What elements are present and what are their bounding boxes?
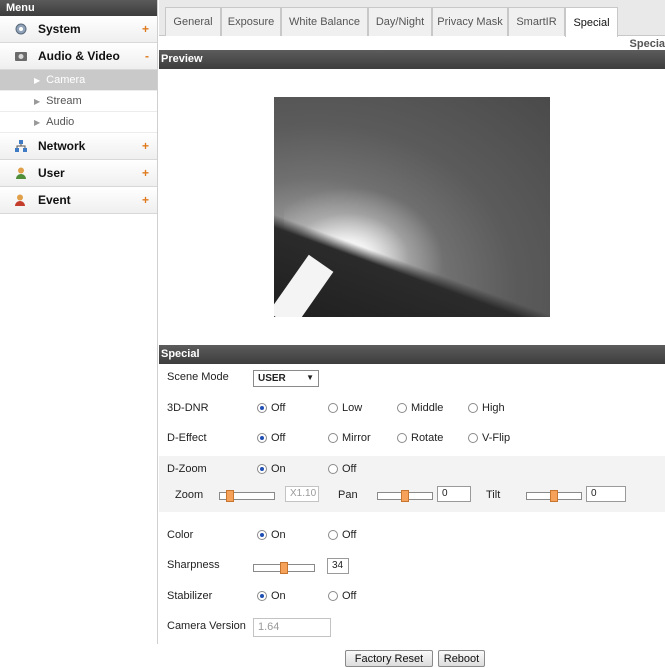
dnr-off-radio[interactable]: Off [257,402,285,414]
color-off-radio[interactable]: Off [328,529,356,541]
preview-header: Preview [159,50,665,69]
expand-icon[interactable]: + [142,139,149,153]
pan-value-field[interactable]: 0 [437,486,471,502]
dzoom-row: D-Zoom On Off Zoom X1.10 Pan 0 Tilt 0 [159,456,665,512]
page-title: Specia [629,38,665,50]
tilt-slider[interactable] [526,490,582,502]
sharpness-label: Sharpness [167,559,220,571]
expand-icon[interactable]: + [142,193,149,207]
dnr-label: 3D-DNR [167,402,209,414]
deffect-off-radio[interactable]: Off [257,432,285,444]
sidebar-subitem-label: Stream [46,95,82,107]
sidebar-item-label: Audio & Video [38,49,120,63]
sidebar-item-user[interactable]: User + [0,160,157,187]
tilt-value-field[interactable]: 0 [586,486,626,502]
zoom-slider[interactable] [219,490,275,502]
sidebar-item-system[interactable]: System + [0,16,157,43]
zoom-value-field: X1.10 [285,486,319,502]
scene-mode-select[interactable]: USER ▼ [253,370,319,387]
sidebar-item-label: Event [38,193,71,207]
dnr-low-radio[interactable]: Low [328,402,362,414]
camera-preview-image [274,97,550,317]
event-icon [14,193,28,207]
camera-version-field: 1.64 [253,618,331,637]
tilt-label: Tilt [486,489,501,501]
sharpness-value-field[interactable]: 34 [327,558,349,574]
gear-icon [14,22,28,36]
sidebar-item-label: System [38,22,81,36]
scene-mode-value: USER [258,373,286,384]
tab-day-night[interactable]: Day/Night [368,7,432,36]
chevron-down-icon: ▼ [306,373,314,382]
tab-bar: General Exposure White Balance Day/Night… [159,0,665,37]
stabilizer-label: Stabilizer [167,590,213,602]
scene-mode-label: Scene Mode [167,371,229,383]
sharpness-slider[interactable] [253,562,315,574]
special-header: Special [159,345,665,364]
dzoom-on-radio[interactable]: On [257,463,286,475]
camera-version-row: Camera Version 1.64 [159,613,665,644]
dzoom-off-radio[interactable]: Off [328,463,356,475]
dzoom-label: D-Zoom [167,463,207,475]
sidebar: Menu System + Audio & Video - ▶ Camera ▶… [0,0,158,644]
stabilizer-row: Stabilizer On Off [159,583,665,614]
sidebar-item-label: User [38,166,65,180]
chevron-right-icon: ▶ [34,117,41,127]
chevron-right-icon: ▶ [34,96,41,106]
tab-general[interactable]: General [165,7,221,36]
zoom-slider-thumb[interactable] [226,490,234,502]
camera-version-label: Camera Version [167,620,246,632]
user-icon [14,166,28,180]
pan-label: Pan [338,489,358,501]
preview-area [159,69,665,345]
stabilizer-off-radio[interactable]: Off [328,590,356,602]
reboot-button[interactable]: Reboot [438,650,485,667]
stabilizer-on-radio[interactable]: On [257,590,286,602]
sidebar-subitem-audio[interactable]: ▶ Audio [0,112,157,133]
chevron-right-icon: ▶ [34,75,41,85]
special-settings: Scene Mode USER ▼ 3D-DNR Off Low Middle … [159,364,665,668]
deffect-row: D-Effect Off Mirror Rotate V-Flip [159,425,665,456]
network-icon [14,139,28,153]
pan-slider-thumb[interactable] [401,490,409,502]
main-content: General Exposure White Balance Day/Night… [159,0,665,667]
sidebar-subitem-camera[interactable]: ▶ Camera [0,70,157,91]
sidebar-subitem-label: Audio [46,116,75,128]
collapse-icon[interactable]: - [145,49,149,63]
deffect-vflip-radio[interactable]: V-Flip [468,432,510,444]
color-row: Color On Off [159,522,665,553]
sidebar-item-event[interactable]: Event + [0,187,157,214]
sidebar-item-audio-video[interactable]: Audio & Video - [0,43,157,70]
deffect-rotate-radio[interactable]: Rotate [397,432,443,444]
deffect-label: D-Effect [167,432,207,444]
factory-reset-button[interactable]: Factory Reset [345,650,433,667]
sharpness-row: Sharpness 34 [159,552,665,583]
zoom-label: Zoom [175,489,204,501]
expand-icon[interactable]: + [142,22,149,36]
dnr-high-radio[interactable]: High [468,402,505,414]
sidebar-subitem-label: Camera [46,74,86,86]
menu-header: Menu [0,0,157,16]
pan-slider[interactable] [377,490,433,502]
tab-special[interactable]: Special [565,7,618,37]
tab-white-balance[interactable]: White Balance [281,7,368,36]
tilt-slider-thumb[interactable] [550,490,558,502]
color-on-radio[interactable]: On [257,529,286,541]
sharpness-slider-thumb[interactable] [280,562,288,574]
scene-mode-row: Scene Mode USER ▼ [159,364,665,395]
tab-smartir[interactable]: SmartIR [508,7,565,36]
color-label: Color [167,529,194,541]
sidebar-item-label: Network [38,139,86,153]
camera-icon [14,49,28,63]
sidebar-item-network[interactable]: Network + [0,133,157,160]
deffect-mirror-radio[interactable]: Mirror [328,432,371,444]
sidebar-subitem-stream[interactable]: ▶ Stream [0,91,157,112]
tab-exposure[interactable]: Exposure [221,7,281,36]
dnr-row: 3D-DNR Off Low Middle High [159,395,665,426]
expand-icon[interactable]: + [142,166,149,180]
tab-privacy-mask[interactable]: Privacy Mask [432,7,508,36]
dnr-middle-radio[interactable]: Middle [397,402,443,414]
